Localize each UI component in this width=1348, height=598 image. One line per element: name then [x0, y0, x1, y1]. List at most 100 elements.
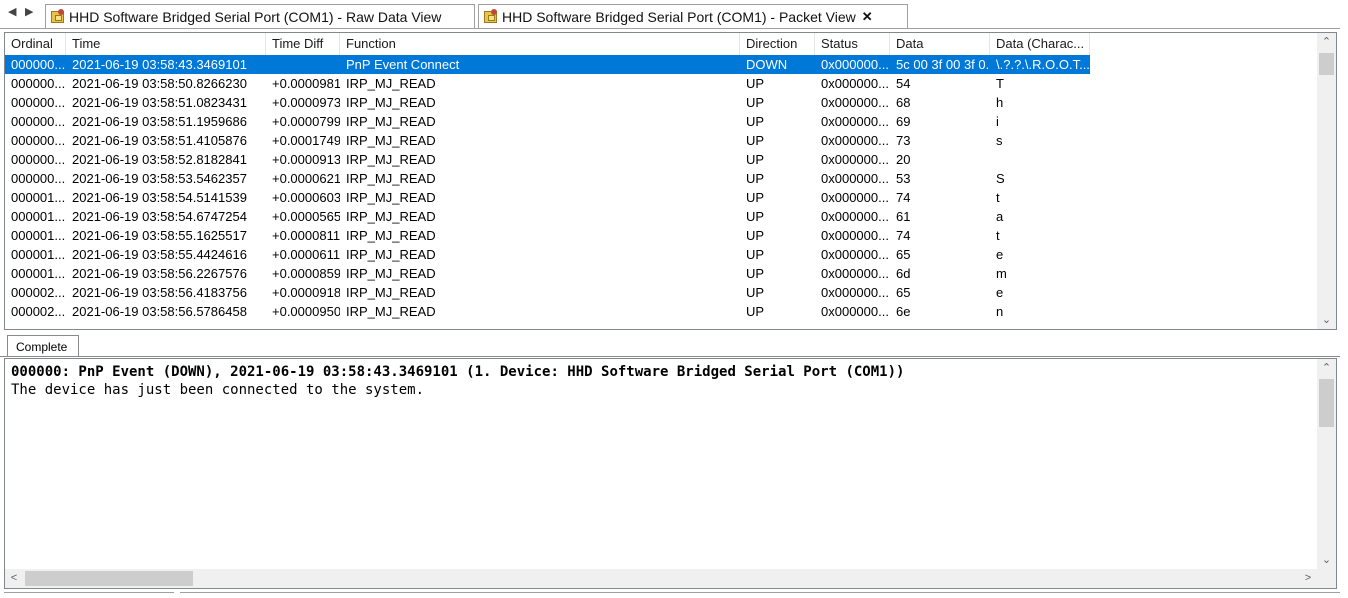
cell-time: 2021-06-19 03:58:52.8182841: [72, 152, 247, 167]
packet-detail-body: The device has just been connected to th…: [11, 382, 425, 398]
cell-direction: UP: [746, 285, 765, 300]
cell-data-characters: t: [996, 228, 1000, 243]
cell-data: 6e: [896, 304, 911, 319]
cell-data: 73: [896, 133, 911, 148]
table-row[interactable]: 000001... 2021-06-19 03:58:56.2267576 +0.0…: [5, 264, 1315, 283]
scroll-down-icon[interactable]: ⌄: [1317, 311, 1336, 329]
column-header-data-characters[interactable]: Data (Charac...: [990, 33, 1090, 55]
scroll-left-icon[interactable]: <: [5, 569, 23, 588]
document-tab-strip: ◀ ▶ HHD Software Bridged Serial Port (CO…: [0, 0, 1348, 30]
cell-data: 68: [896, 95, 911, 110]
cell-ordinal: 000000...: [11, 57, 66, 72]
column-header-data[interactable]: Data: [890, 33, 990, 55]
scroll-thumb[interactable]: [25, 571, 193, 586]
column-header-direction[interactable]: Direction: [740, 33, 815, 55]
table-row[interactable]: 000000... 2021-06-19 03:58:51.1959686 +0.0…: [5, 112, 1315, 131]
column-header-time-diff[interactable]: Time Diff: [266, 33, 340, 55]
cell-data-characters: e: [996, 285, 1004, 300]
cell-ordinal: 000001...: [11, 266, 66, 281]
cell-time-diff: +0.0001749: [272, 133, 340, 148]
column-header-function[interactable]: Function: [340, 33, 740, 55]
cell-function: IRP_MJ_READ: [346, 190, 436, 205]
table-row[interactable]: 000000... 2021-06-19 03:58:53.5462357 +0.0…: [5, 169, 1315, 188]
cell-time-diff: +0.0000918: [272, 285, 340, 300]
tab-scroll-left-icon[interactable]: ◀: [8, 5, 16, 18]
column-header-status[interactable]: Status: [815, 33, 890, 55]
cell-status: 0x000000...: [821, 285, 889, 300]
cell-data: 54: [896, 76, 911, 91]
tab-complete[interactable]: Complete: [7, 335, 79, 357]
cell-data-characters: \.?.?.\.R.O.O.T...: [996, 57, 1090, 72]
cell-time: 2021-06-19 03:58:56.5786458: [72, 304, 247, 319]
cell-time-diff: +0.0000621: [272, 171, 340, 186]
cell-time-diff: +0.0000603: [272, 190, 340, 205]
cell-direction: UP: [746, 304, 765, 319]
cell-direction: UP: [746, 114, 765, 129]
bottom-tab-strip: [0, 590, 1348, 597]
cell-data-characters: i: [996, 114, 999, 129]
table-row[interactable]: 000000... 2021-06-19 03:58:52.8182841 +0.0…: [5, 150, 1315, 169]
table-row[interactable]: 000000... 2021-06-19 03:58:43.3469101 PnP …: [5, 55, 1090, 74]
cell-ordinal: 000000...: [11, 114, 66, 129]
cell-direction: UP: [746, 247, 765, 262]
table-row[interactable]: 000001... 2021-06-19 03:58:55.1625517 +0.0…: [5, 226, 1315, 245]
cell-time: 2021-06-19 03:58:51.1959686: [72, 114, 247, 129]
cell-data-characters: S: [996, 171, 1005, 186]
scroll-up-icon[interactable]: ⌃: [1317, 359, 1336, 377]
cell-function: IRP_MJ_READ: [346, 114, 436, 129]
cell-direction: UP: [746, 266, 765, 281]
cell-function: IRP_MJ_READ: [346, 171, 436, 186]
close-tab-icon[interactable]: ✕: [862, 9, 873, 25]
cell-function: IRP_MJ_READ: [346, 209, 436, 224]
cell-ordinal: 000001...: [11, 228, 66, 243]
packet-list[interactable]: Ordinal Time Time Diff Function Directio…: [4, 32, 1337, 330]
column-header-ordinal[interactable]: Ordinal: [5, 33, 66, 55]
packet-detail-pane[interactable]: 000000: PnP Event (DOWN), 2021-06-19 03:…: [4, 358, 1337, 589]
cell-direction: UP: [746, 133, 765, 148]
cell-data: 65: [896, 285, 911, 300]
cell-direction: UP: [746, 152, 765, 167]
detail-horizontal-scrollbar[interactable]: < >: [5, 569, 1317, 588]
cell-data-characters: n: [996, 304, 1004, 319]
table-row[interactable]: 000001... 2021-06-19 03:58:54.5141539 +0.0…: [5, 188, 1315, 207]
cell-ordinal: 000001...: [11, 209, 66, 224]
cell-time: 2021-06-19 03:58:51.4105876: [72, 133, 247, 148]
cell-data: 69: [896, 114, 911, 129]
cell-data-characters: e: [996, 247, 1004, 262]
cell-data-characters: t: [996, 190, 1000, 205]
cell-direction: UP: [746, 228, 765, 243]
cell-function: IRP_MJ_READ: [346, 266, 436, 281]
packet-list-vertical-scrollbar[interactable]: ⌃ ⌄: [1317, 33, 1336, 329]
scroll-up-icon[interactable]: ⌃: [1317, 33, 1336, 51]
tab-packet-view-label: HHD Software Bridged Serial Port (COM1) …: [502, 8, 856, 25]
cell-ordinal: 000000...: [11, 152, 66, 167]
cell-ordinal: 000000...: [11, 95, 66, 110]
cell-status: 0x000000...: [821, 247, 889, 262]
cell-data-characters: h: [996, 95, 1004, 110]
cell-function: IRP_MJ_READ: [346, 95, 436, 110]
tab-raw-data-view[interactable]: HHD Software Bridged Serial Port (COM1) …: [45, 4, 475, 28]
table-row[interactable]: 000000... 2021-06-19 03:58:51.0823431 +0.0…: [5, 93, 1315, 112]
tab-scroll-right-icon[interactable]: ▶: [25, 5, 33, 18]
table-row[interactable]: 000001... 2021-06-19 03:58:55.4424616 +0.0…: [5, 245, 1315, 264]
cell-function: IRP_MJ_READ: [346, 152, 436, 167]
cell-data-characters: [990, 150, 1090, 169]
detail-vertical-scrollbar[interactable]: ⌃ ⌄: [1317, 359, 1336, 569]
cell-function: PnP Event Connect: [346, 57, 460, 72]
scroll-right-icon[interactable]: >: [1299, 569, 1317, 588]
table-row[interactable]: 000000... 2021-06-19 03:58:51.4105876 +0.0…: [5, 131, 1315, 150]
table-row[interactable]: 000002... 2021-06-19 03:58:56.5786458 +0.0…: [5, 302, 1315, 321]
cell-direction: UP: [746, 190, 765, 205]
table-row[interactable]: 000001... 2021-06-19 03:58:54.6747254 +0.0…: [5, 207, 1315, 226]
cell-status: 0x000000...: [821, 114, 889, 129]
scroll-down-icon[interactable]: ⌄: [1317, 551, 1336, 569]
table-row[interactable]: 000002... 2021-06-19 03:58:56.4183756 +0.0…: [5, 283, 1315, 302]
tab-packet-view[interactable]: HHD Software Bridged Serial Port (COM1) …: [478, 4, 908, 28]
cell-time-diff: +0.0000981: [272, 76, 340, 91]
cell-time: 2021-06-19 03:58:55.4424616: [72, 247, 247, 262]
column-header-time[interactable]: Time: [66, 33, 266, 55]
scroll-thumb[interactable]: [1319, 53, 1334, 75]
table-row[interactable]: 000000... 2021-06-19 03:58:50.8266230 +0.0…: [5, 74, 1315, 93]
cell-status: 0x000000...: [821, 57, 889, 72]
scroll-thumb[interactable]: [1319, 379, 1334, 427]
